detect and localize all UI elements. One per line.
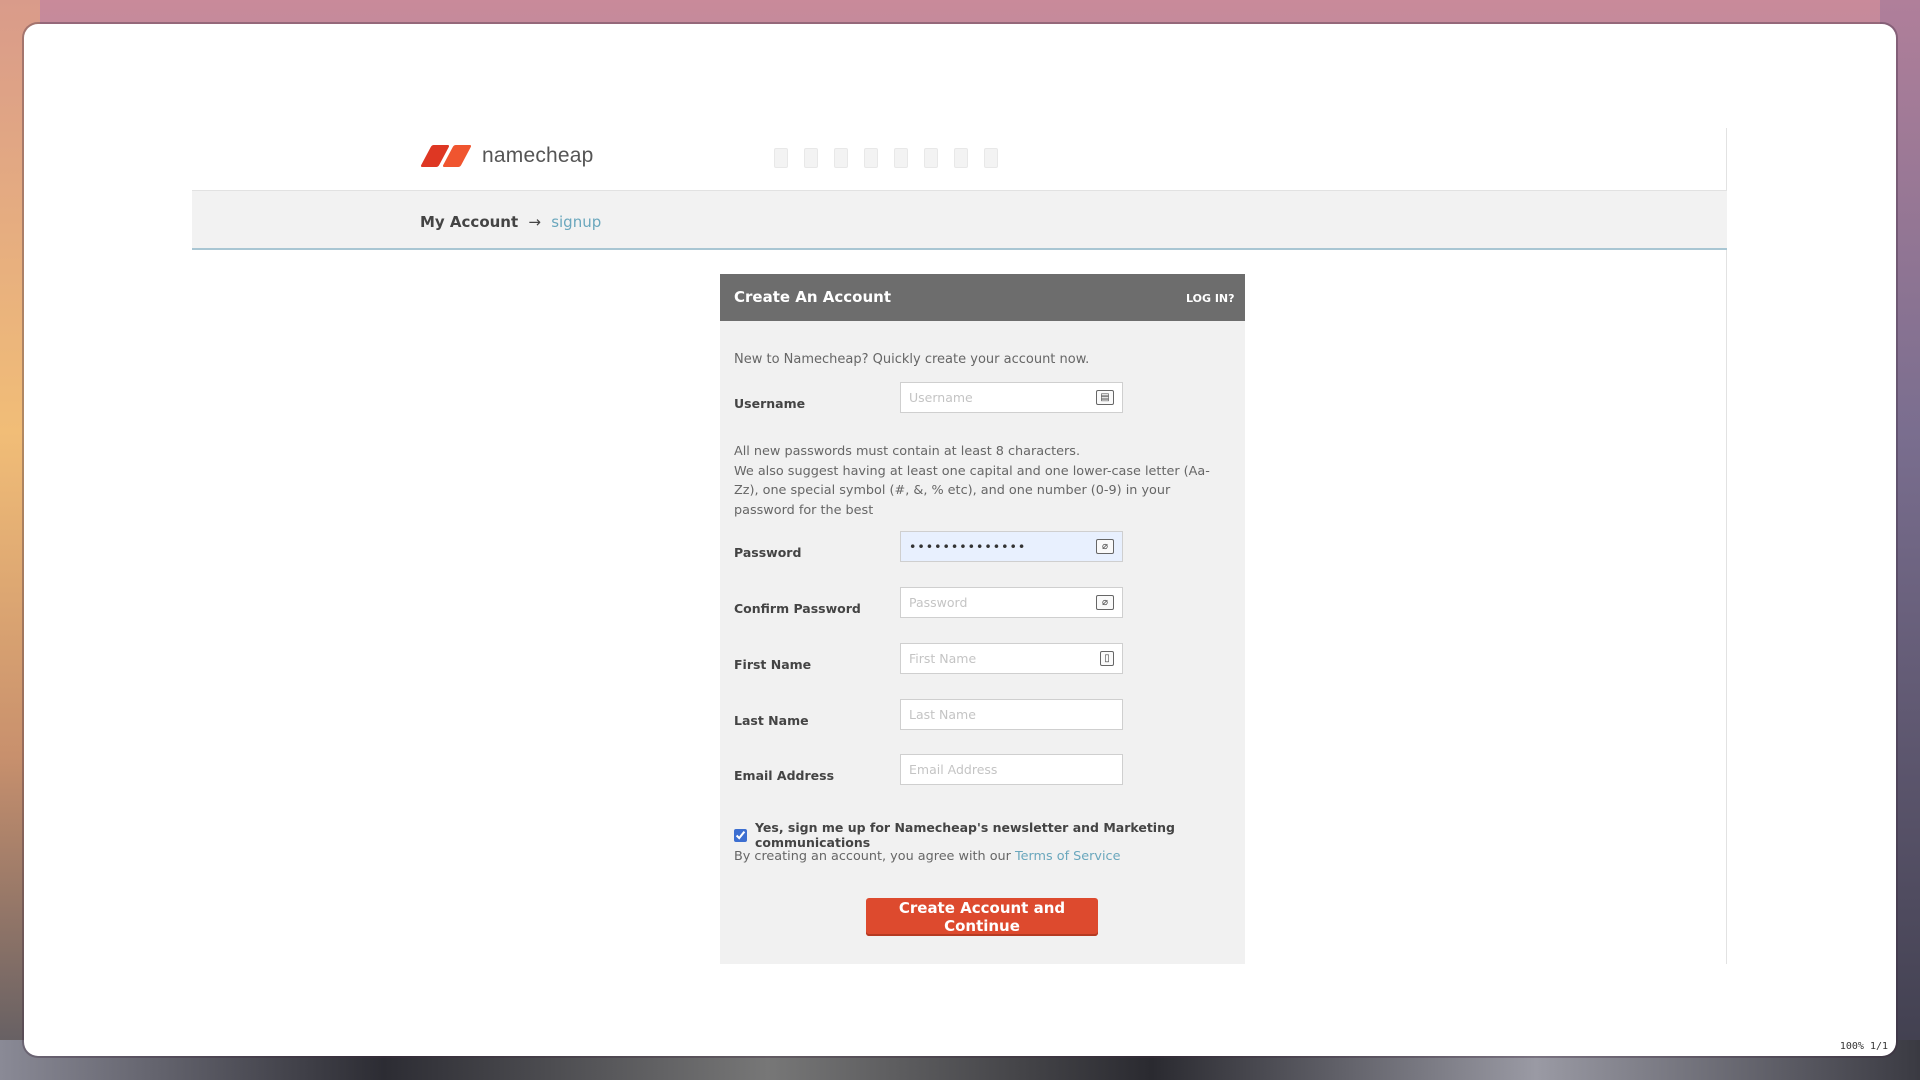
confirm-password-row: Confirm Password ⌀ <box>734 587 1214 621</box>
create-account-card: Create An Account LOG IN? New to Nameche… <box>720 274 1245 964</box>
zoom-level: 100% <box>1839 1041 1864 1052</box>
nav-item-3[interactable] <box>834 148 848 168</box>
password-row: Password ⌀ <box>734 531 1214 565</box>
first-name-label: First Name <box>734 657 812 672</box>
nav-item-2[interactable] <box>804 148 818 168</box>
newsletter-row: Yes, sign me up for Namecheap's newslett… <box>734 820 1245 850</box>
last-name-label: Last Name <box>734 713 809 728</box>
create-account-button[interactable]: Create Account and Continue <box>866 898 1098 936</box>
confirm-password-input[interactable] <box>900 587 1123 618</box>
breadcrumb-root: My Account <box>420 213 519 231</box>
username-label: Username <box>734 396 806 411</box>
email-row: Email Address <box>734 754 1214 788</box>
viewer-status: 100% 1/1 <box>1840 1041 1888 1052</box>
breadcrumb-signup-link[interactable]: signup <box>551 213 601 231</box>
show-confirm-password-icon[interactable]: ⌀ <box>1096 595 1114 610</box>
newsletter-checkbox[interactable] <box>734 828 747 842</box>
terms-of-service-link[interactable]: Terms of Service <box>1015 849 1120 864</box>
nav-item-5[interactable] <box>894 148 908 168</box>
password-requirements: All new passwords must contain at least … <box>734 442 1224 520</box>
namecheap-logo-icon <box>420 145 472 167</box>
nav-item-1[interactable] <box>774 148 788 168</box>
last-name-input[interactable] <box>900 699 1123 730</box>
password-note-line2: We also suggest having at least one capi… <box>734 463 1210 518</box>
page-indicator: 1/1 <box>1869 1041 1888 1052</box>
card-title: Create An Account <box>734 288 892 306</box>
login-link[interactable]: LOG IN? <box>1186 292 1235 305</box>
nav-item-7[interactable] <box>954 148 968 168</box>
password-input[interactable] <box>900 531 1123 562</box>
newsletter-label[interactable]: Yes, sign me up for Namecheap's newslett… <box>755 820 1245 850</box>
intro-text: New to Namecheap? Quickly create your ac… <box>734 352 1090 367</box>
first-name-input[interactable] <box>900 643 1123 674</box>
last-name-row: Last Name <box>734 699 1214 733</box>
card-header: Create An Account LOG IN? <box>720 274 1245 321</box>
autofill-card-icon[interactable]: ▤ <box>1096 390 1114 405</box>
terms-text: By creating an account, you agree with o… <box>734 849 1120 864</box>
email-label: Email Address <box>734 768 835 783</box>
email-input[interactable] <box>900 754 1123 785</box>
nav-item-8[interactable] <box>984 148 998 168</box>
confirm-password-label: Confirm Password <box>734 601 861 616</box>
tos-prefix: By creating an account, you agree with o… <box>734 849 1011 864</box>
nav-item-6[interactable] <box>924 148 938 168</box>
breadcrumb-arrow: → <box>528 213 541 231</box>
contact-card-icon[interactable]: ▯ <box>1100 651 1114 666</box>
logo-text: namecheap <box>482 144 594 167</box>
show-password-icon[interactable]: ⌀ <box>1096 539 1114 554</box>
password-note-line1: All new passwords must contain at least … <box>734 444 1081 459</box>
site-header: namecheap <box>192 128 1727 190</box>
breadcrumb: My Account → signup <box>420 213 601 231</box>
first-name-row: First Name ▯ <box>734 643 1214 677</box>
top-navigation <box>774 148 998 168</box>
scrollbar[interactable] <box>1882 128 1888 508</box>
username-input[interactable] <box>900 382 1123 413</box>
username-row: Username ▤ <box>734 382 1214 416</box>
nav-item-4[interactable] <box>864 148 878 168</box>
namecheap-logo[interactable]: namecheap <box>420 144 594 168</box>
namecheap-site: namecheap My Account → signup Create An … <box>192 128 1727 964</box>
password-label: Password <box>734 545 802 560</box>
browser-window: namecheap My Account → signup Create An … <box>24 24 1896 1056</box>
breadcrumb-bar: My Account → signup <box>192 190 1727 250</box>
